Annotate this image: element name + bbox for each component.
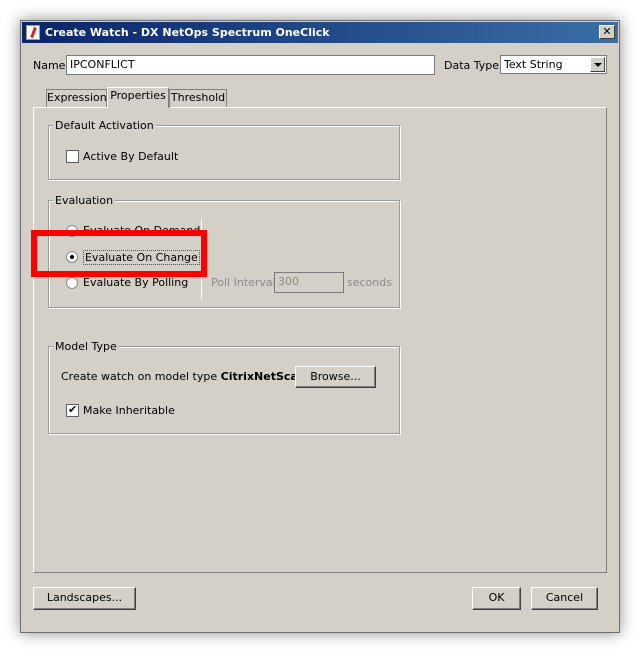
landscapes-button[interactable]: Landscapes... xyxy=(33,587,136,610)
browse-button[interactable]: Browse... xyxy=(295,366,376,388)
app-icon xyxy=(26,25,40,40)
make-inheritable-checkbox[interactable] xyxy=(66,403,79,417)
data-type-select[interactable]: Text String xyxy=(500,55,607,74)
tab-expression[interactable]: Expression xyxy=(46,89,107,107)
close-button[interactable]: ✕ xyxy=(599,25,615,39)
active-by-default-label[interactable]: Active By Default xyxy=(83,150,178,163)
name-input[interactable]: IPCONFLICT xyxy=(66,55,435,75)
poll-interval-label: Poll Interval xyxy=(211,276,276,289)
create-watch-dialog: Create Watch - DX NetOps Spectrum OneCli… xyxy=(20,20,620,633)
close-icon: ✕ xyxy=(602,25,612,38)
evaluate-by-polling-label[interactable]: Evaluate By Polling xyxy=(83,276,188,289)
default-activation-title: Default Activation xyxy=(53,119,156,132)
properties-panel: Default Activation Active By Default Eva… xyxy=(33,107,607,573)
chevron-down-icon[interactable] xyxy=(590,57,605,72)
active-by-default-checkbox[interactable] xyxy=(66,150,79,163)
tab-properties[interactable]: Properties xyxy=(107,87,169,108)
data-type-value: Text String xyxy=(504,58,563,71)
evaluate-by-polling-radio[interactable] xyxy=(66,277,78,289)
poll-interval-unit: seconds xyxy=(347,276,392,289)
make-inheritable-label[interactable]: Make Inheritable xyxy=(83,404,175,417)
model-type-title: Model Type xyxy=(53,340,119,353)
poll-interval-input[interactable]: 300 xyxy=(274,272,344,293)
tab-threshold[interactable]: Threshold xyxy=(169,89,227,107)
model-type-text: Create watch on model type CitrixNetScal… xyxy=(61,370,314,383)
title-bar[interactable]: Create Watch - DX NetOps Spectrum OneCli… xyxy=(22,22,618,43)
model-type-prefix: Create watch on model type xyxy=(61,370,218,383)
default-activation-group: Default Activation Active By Default xyxy=(48,119,400,180)
data-type-label: Data Type xyxy=(444,59,500,72)
name-label: Name xyxy=(33,59,66,72)
model-type-group: Model Type Create watch on model type Ci… xyxy=(48,340,400,434)
ok-button[interactable]: OK xyxy=(472,587,521,610)
evaluation-title: Evaluation xyxy=(53,194,116,207)
window-title: Create Watch - DX NetOps Spectrum OneCli… xyxy=(45,26,330,39)
cancel-button[interactable]: Cancel xyxy=(531,587,598,610)
highlight-box xyxy=(31,230,207,277)
